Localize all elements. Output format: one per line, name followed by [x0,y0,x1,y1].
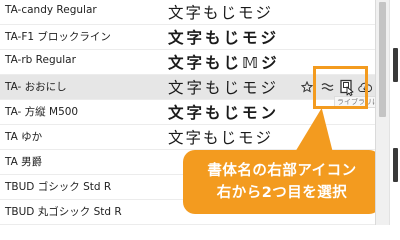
font-row-ta-f1-blockline[interactable]: TA-F1 ブロックライン 文字もじモジ [0,25,375,50]
vertical-scrollbar[interactable] [375,0,390,225]
callout-pointer [296,108,340,150]
font-name: TA-candy Regular [5,4,97,16]
side-panel-handle[interactable] [393,148,398,182]
font-name: TA 男爵 [5,156,43,168]
callout-line-2: 右から2つ目を選択 [216,185,348,201]
side-panel-handle[interactable] [393,48,398,82]
scrollbar-thumb[interactable] [379,2,386,117]
font-sample: 文字もじモン [168,104,280,122]
font-name: TBUD 丸ゴシック Std R [5,206,122,218]
font-sample: 文字もじモジ [168,4,274,22]
font-name: TA- おおにし [5,81,67,93]
font-sample: 文字もじモジ [168,79,280,97]
font-name: TA-F1 ブロックライン [5,31,111,43]
side-panel-edge [389,0,400,225]
font-sample: 文字もじモジ [168,29,280,47]
font-name: TA-rb Regular [5,54,76,66]
font-name: TA ゆか [5,131,43,143]
instruction-callout: 書体名の右部アイコン 右から2つ目を選択 [183,150,381,214]
font-row-ta-candy[interactable]: TA-candy Regular 文字もじモジ [0,0,375,25]
font-name: TA- 方縦 M500 [5,106,79,118]
callout-line-1: 書体名の右部アイコン [207,163,357,179]
font-sample: 文字もじ𝕄ジ [168,54,280,72]
font-name: TBUD ゴシック Std R [5,181,112,193]
icon-highlight-box [313,66,368,109]
font-sample: 文字もじモジ [168,129,274,147]
